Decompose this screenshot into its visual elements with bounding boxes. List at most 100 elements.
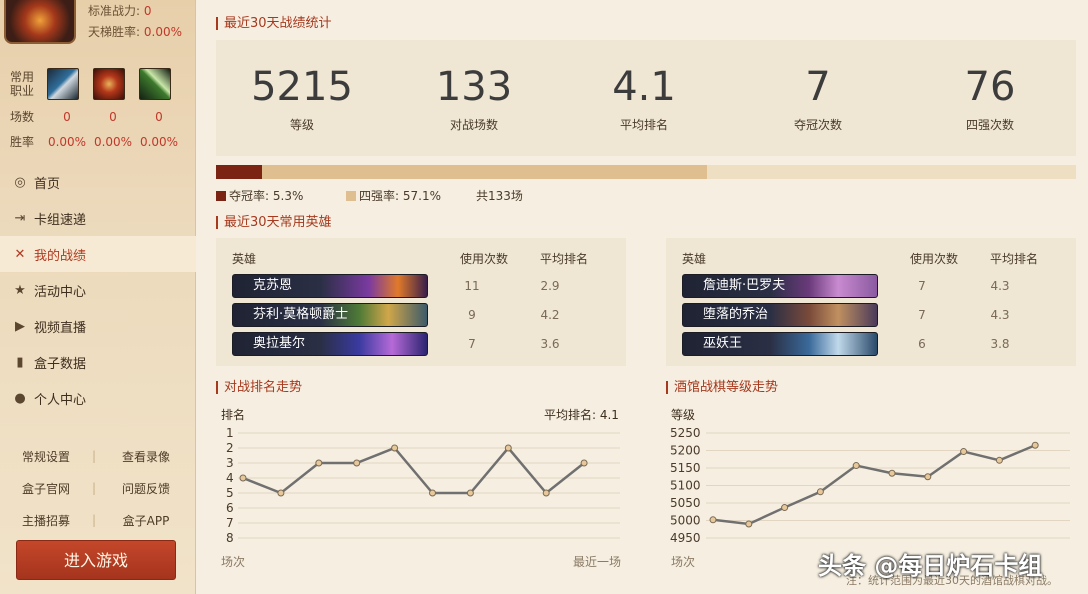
- rank-chart-title: 对战排名走势: [216, 381, 302, 394]
- star-icon: ★: [14, 282, 26, 298]
- enter-game-button[interactable]: 进入游戏: [16, 540, 176, 580]
- stat-value: 133: [435, 64, 513, 110]
- stat-level: 5215 等级: [242, 62, 362, 133]
- hero-banner-jandice[interactable]: 詹迪斯·巴罗夫: [682, 274, 878, 298]
- stats-panel: 5215 等级 133 对战场数 4.1 平均排名 7 夺冠次数 76 四强次数: [216, 40, 1076, 156]
- data-point: [924, 473, 932, 481]
- top4-swatch: [346, 190, 356, 201]
- trend-line: [712, 444, 1036, 526]
- hero-banner-lich-king[interactable]: 巫妖王: [682, 332, 878, 356]
- data-point: [239, 474, 247, 482]
- data-point: [277, 489, 285, 497]
- class-winrate-value: 0.00%: [139, 134, 179, 149]
- crossed-swords-icon: ✕: [14, 246, 26, 262]
- champion-rate-fill: [216, 165, 262, 179]
- y-tick-label: 6: [226, 501, 234, 515]
- hero-avg-rank: 4.3: [990, 308, 1010, 322]
- champion-rate-value: 5.3%: [272, 188, 304, 203]
- settings-link[interactable]: 常规设置: [0, 448, 90, 465]
- y-tick-label: 5200: [670, 444, 701, 458]
- hero-use-count: 7: [918, 308, 926, 322]
- hero-use-count: 7: [918, 279, 926, 293]
- data-point: [353, 459, 361, 467]
- level-chart-title: 酒馆战棋等级走势: [666, 381, 778, 394]
- nav-item-label: 个人中心: [34, 392, 87, 408]
- hero-use-count: 9: [468, 308, 476, 322]
- stat-value: 7: [805, 64, 831, 110]
- data-point: [1031, 441, 1039, 449]
- nav-item-events[interactable]: ★ 活动中心: [0, 272, 196, 308]
- rank-column-header: 平均排名: [540, 252, 589, 266]
- hunter-class-icon[interactable]: [139, 68, 171, 100]
- y-tick-label: 5100: [670, 479, 701, 493]
- divider: |: [91, 513, 97, 527]
- nav-item-video[interactable]: ▶ 视频直播: [0, 308, 196, 344]
- stat-value: 5215: [251, 64, 353, 110]
- table-row: 堕落的乔治 7 4.3: [682, 303, 1074, 327]
- nav-item-label: 卡组速递: [34, 212, 87, 228]
- rank-column-header: 平均排名: [990, 252, 1039, 266]
- nav-item-label: 我的战绩: [34, 248, 87, 264]
- hero-use-count: 6: [918, 337, 926, 351]
- nav-item-label: 活动中心: [34, 284, 87, 300]
- stat-top4: 76 四强次数: [930, 62, 1050, 133]
- nav-item-label: 首页: [34, 176, 61, 192]
- class-games-row: 场数 0 0 0: [10, 104, 190, 129]
- games-label: 场数: [10, 109, 35, 124]
- streamer-recruit-link[interactable]: 主播招募: [0, 512, 90, 529]
- y-tick-label: 5150: [670, 461, 701, 475]
- feedback-link[interactable]: 问题反馈: [98, 480, 194, 497]
- table-row: 芬利·莫格顿爵士 9 4.2: [232, 303, 624, 327]
- player-portrait: [4, 0, 76, 44]
- data-point: [315, 459, 323, 467]
- demon-hunter-class-icon[interactable]: [93, 68, 125, 100]
- hero-banner-cthun[interactable]: 克苏恩: [232, 274, 428, 298]
- nav-item-data[interactable]: ▮ 盒子数据: [0, 344, 196, 380]
- ladder-value: 0.00%: [143, 25, 182, 39]
- count-column-header: 使用次数: [910, 252, 959, 266]
- hero-use-count: 7: [468, 337, 476, 351]
- data-point: [888, 469, 896, 477]
- divider: |: [91, 481, 97, 495]
- y-tick-label: 3: [226, 456, 234, 470]
- ladder-stat: 天梯胜率: 0.00%: [88, 23, 182, 40]
- hero-banner-finley[interactable]: 芬利·莫格顿爵士: [232, 303, 428, 327]
- footer-link-row: 主播招募 | 盒子APP: [0, 504, 196, 536]
- app-link[interactable]: 盒子APP: [98, 512, 194, 529]
- footer-links: 常规设置 | 查看录像 盒子官网 | 问题反馈 主播招募 | 盒子APP: [0, 440, 196, 536]
- rate-bar: [216, 165, 1076, 179]
- class-label: 常用职业: [10, 70, 35, 98]
- hero-banner-alakir[interactable]: 奥拉基尔: [232, 332, 428, 356]
- total-games-text: 共133场: [476, 189, 523, 203]
- data-point: [429, 489, 436, 497]
- table-row: 巫妖王 6 3.8: [682, 332, 1074, 356]
- y-tick-label: 8: [226, 531, 234, 545]
- nav-item-home[interactable]: ◎ 首页: [0, 164, 196, 200]
- hero-banner-george[interactable]: 堕落的乔治: [682, 303, 878, 327]
- data-point: [580, 459, 588, 467]
- y-tick-label: 4: [226, 471, 234, 485]
- website-link[interactable]: 盒子官网: [0, 480, 90, 497]
- user-icon: ●: [14, 390, 26, 406]
- y-tick-label: 4950: [670, 531, 701, 545]
- hero-column-header: 英雄: [232, 252, 257, 266]
- heroes-section-title: 最近30天常用英雄: [216, 216, 332, 229]
- heroes-table-right: 英雄 使用次数 平均排名 詹迪斯·巴罗夫 7 4.3 堕落的乔治 7 4.3 巫…: [666, 238, 1076, 366]
- footer-link-row: 盒子官网 | 问题反馈: [0, 472, 196, 504]
- nav-item-decks[interactable]: ⇥ 卡组速递: [0, 200, 196, 236]
- y-tick-label: 5050: [670, 496, 701, 510]
- data-point: [504, 444, 512, 452]
- y-tick-label: 5250: [670, 426, 701, 440]
- rank-chart-ylabel: 排名: [221, 408, 246, 422]
- power-value: 0: [143, 4, 152, 18]
- nav-item-profile[interactable]: ● 个人中心: [0, 380, 196, 416]
- video-icon: ▶: [15, 318, 25, 334]
- warrior-class-icon[interactable]: [47, 68, 79, 100]
- nav-item-label: 视频直播: [34, 320, 87, 336]
- hero-column-header: 英雄: [682, 252, 707, 266]
- replays-link[interactable]: 查看录像: [98, 448, 194, 465]
- deck-icon: ⇥: [14, 210, 26, 226]
- class-games-value: 0: [63, 109, 71, 124]
- power-label: 标准战力:: [88, 4, 141, 18]
- nav-item-my-record[interactable]: ✕ 我的战绩: [0, 236, 196, 272]
